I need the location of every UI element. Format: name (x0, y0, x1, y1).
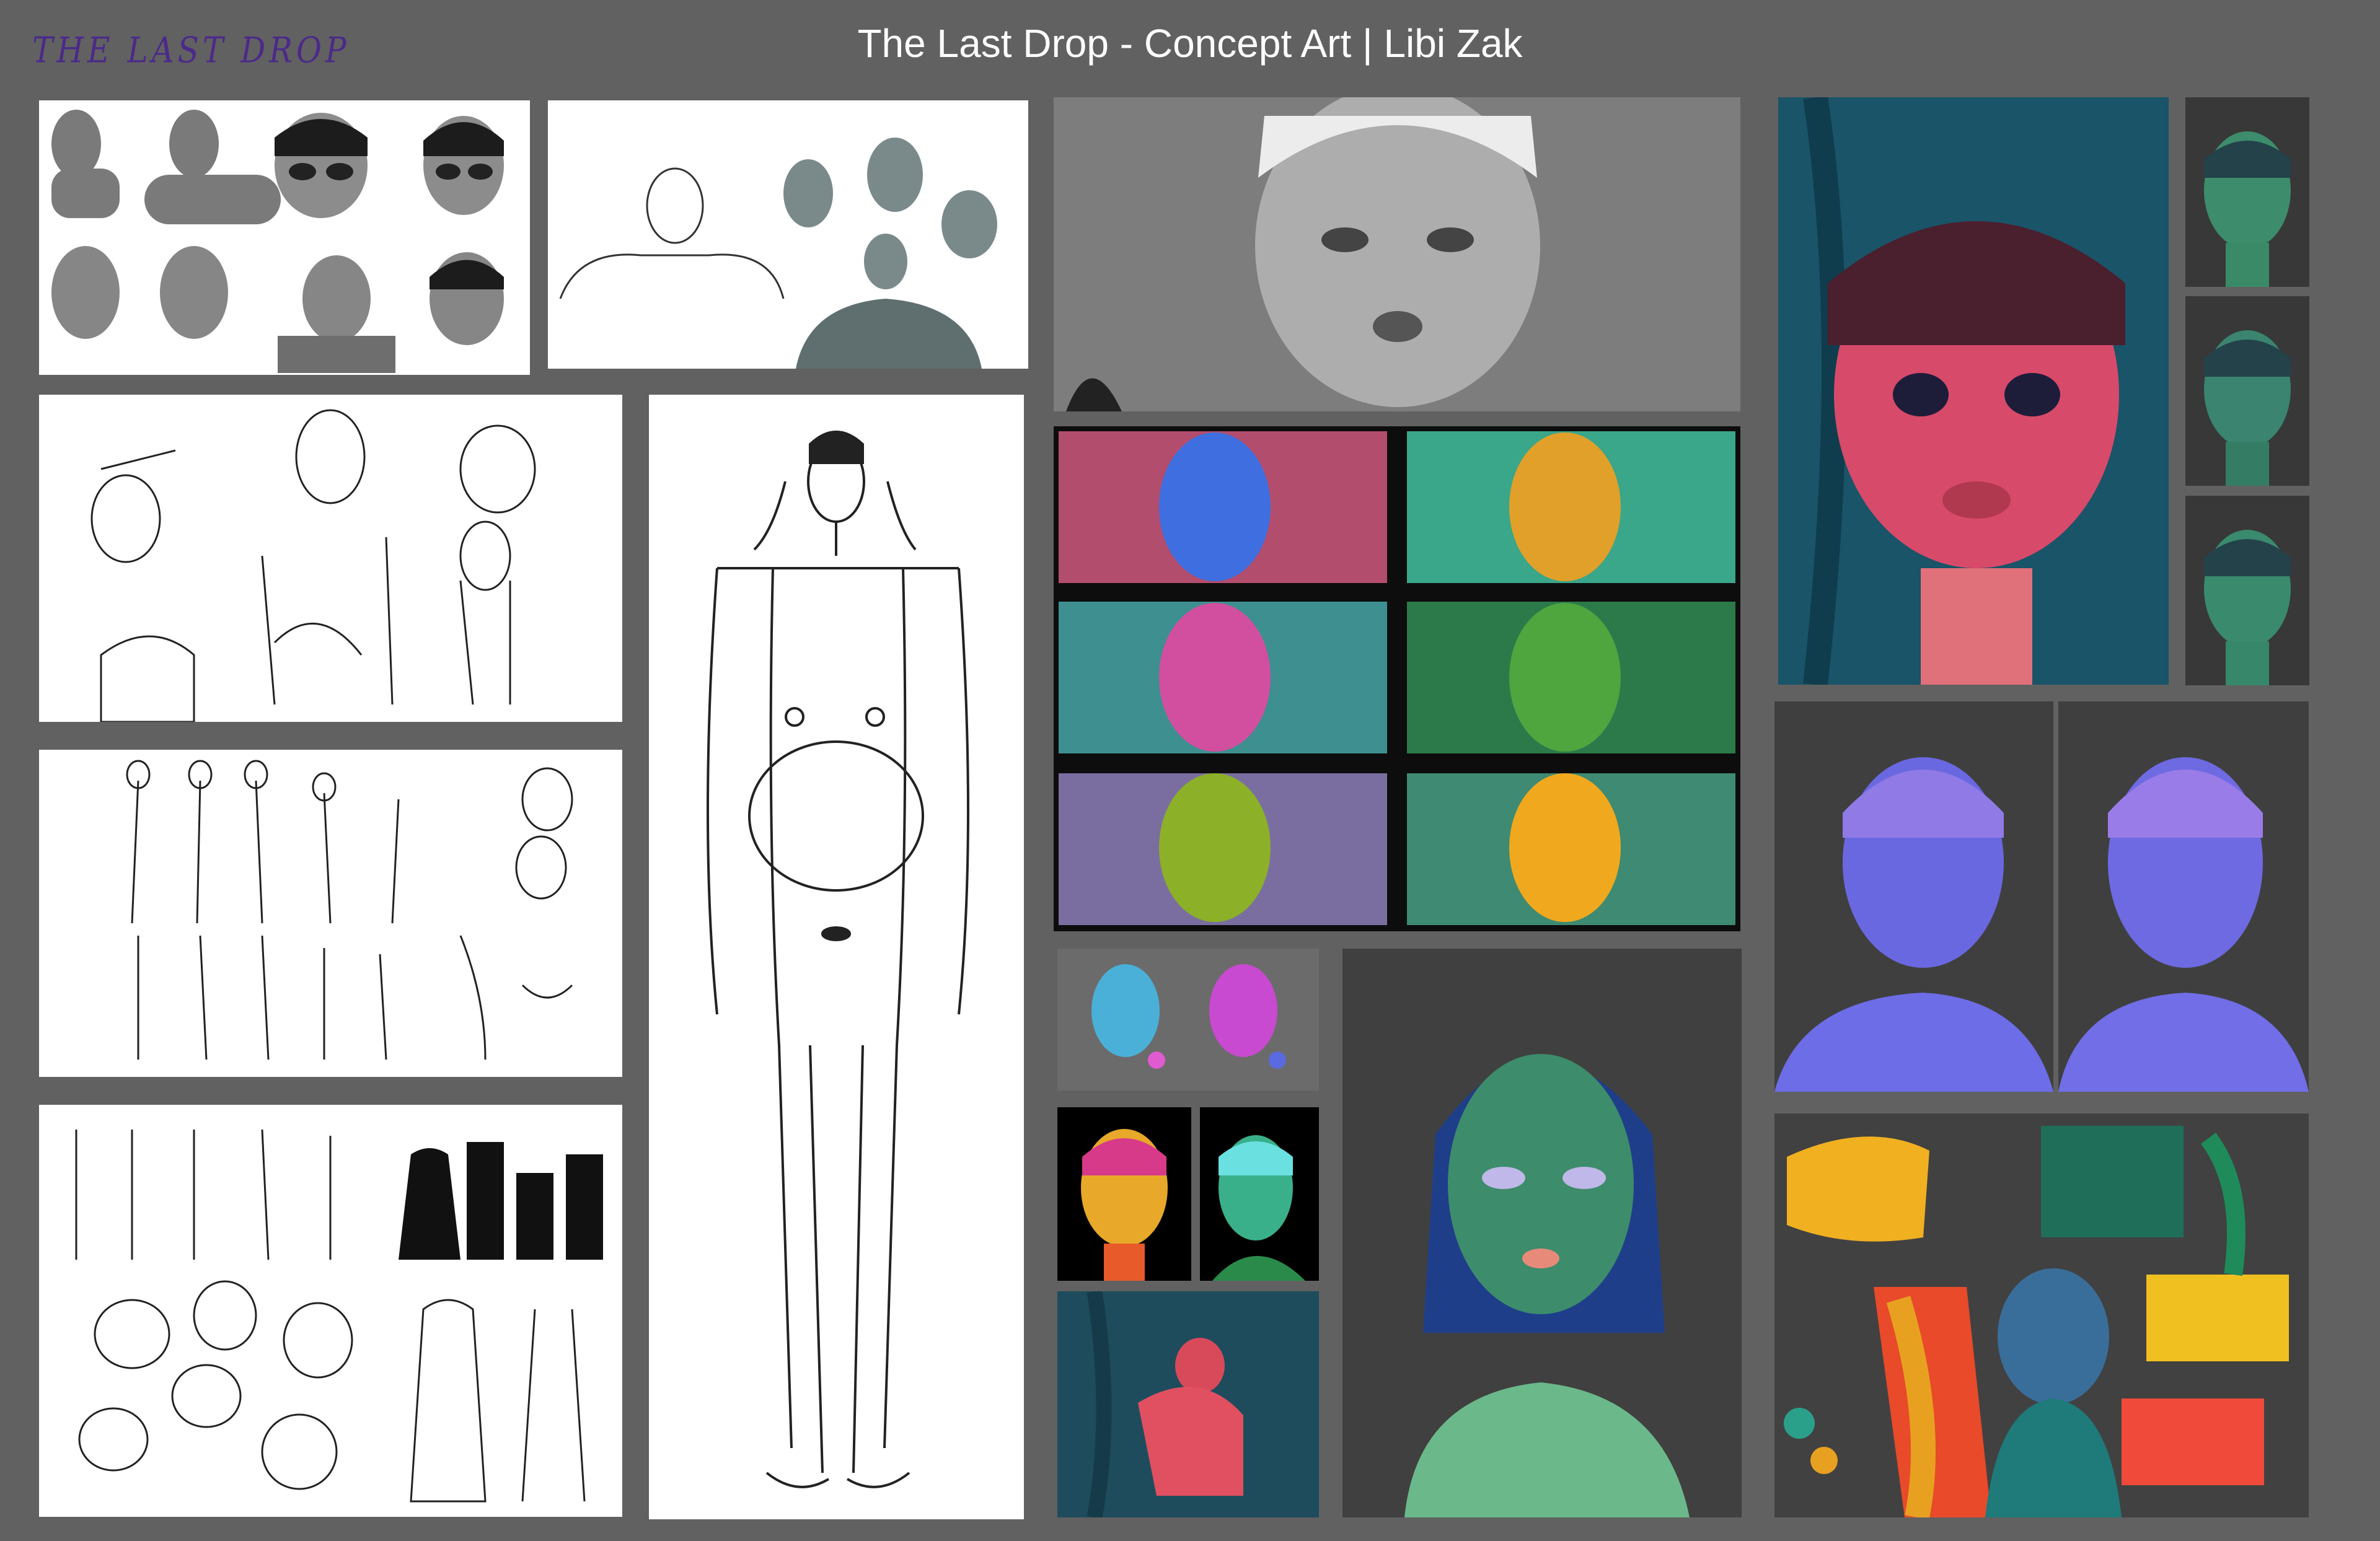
panel-color-heads-thumb (1057, 949, 1319, 1091)
panel-red-portrait (1778, 97, 2169, 685)
panel-sketch-poses-2 (39, 750, 622, 1077)
panel-greyscale-frame (1054, 97, 1740, 411)
full-body-sketch-illustration (707, 431, 969, 1488)
neon-head-2-illustration (1212, 1135, 1305, 1281)
green-portrait-2-illustration (2204, 330, 2291, 486)
panel-crouching-figure (1057, 1291, 1319, 1517)
sketch-poses-illustration (90, 409, 536, 722)
jungle-collage-illustration (1774, 1113, 2309, 1517)
panel-green-woman-portrait (1342, 949, 1742, 1517)
panel-3d-head-sculpts (39, 100, 530, 375)
color-keys-illustration (1054, 426, 1740, 931)
panel-purple-portrait-2 (2058, 701, 2309, 1092)
greyscale-face-illustration (1054, 97, 1740, 411)
panel-full-body-sketch (649, 395, 1024, 1519)
head-variants-illustration (559, 138, 997, 369)
page-title: The Last Drop - Concept Art | Libi Zak (857, 21, 1523, 66)
crouching-figure-illustration (1057, 1291, 1319, 1517)
neon-head-1-illustration (1081, 1129, 1168, 1281)
panel-neon-head-2 (1200, 1107, 1319, 1281)
panel-sketch-silhouettes (39, 1105, 622, 1517)
panel-sketch-poses-1 (39, 395, 622, 722)
panel-green-portrait-2 (2185, 296, 2309, 486)
sketch-poses-2-illustration (126, 760, 573, 1060)
green-woman-illustration (1342, 949, 1742, 1517)
3d-heads-illustration (51, 110, 504, 373)
silhouettes-illustration (75, 1129, 603, 1503)
panel-purple-portrait-1 (1774, 701, 2053, 1092)
purple-portrait-2-illustration (2058, 701, 2309, 1092)
panel-green-portrait-3 (2185, 496, 2309, 685)
panel-jungle-collage (1774, 1113, 2309, 1517)
panel-color-key-grid (1054, 426, 1740, 931)
green-portrait-3-illustration (2204, 530, 2291, 685)
purple-portrait-1-illustration (1774, 701, 2053, 1092)
red-portrait-illustration (1778, 97, 2169, 685)
panel-3d-head-variants (548, 100, 1028, 369)
panel-green-portrait-1 (2185, 97, 2309, 287)
color-heads-illustration (1091, 964, 1286, 1069)
panel-neon-head-1 (1057, 1107, 1191, 1281)
green-portrait-1-illustration (2204, 131, 2291, 287)
